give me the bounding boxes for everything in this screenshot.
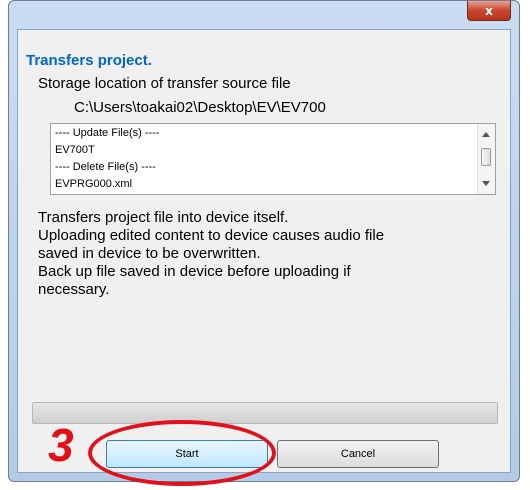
description-line: Transfers project file into device itsel… xyxy=(38,209,289,226)
close-button[interactable]: x xyxy=(467,1,511,21)
cancel-button[interactable]: Cancel xyxy=(277,440,439,468)
scroll-thumb[interactable] xyxy=(481,148,491,166)
description-line: saved in device to be overwritten. xyxy=(38,245,261,262)
description-line: Back up file saved in device before uplo… xyxy=(38,263,351,280)
list-item[interactable]: EV700T xyxy=(55,144,95,156)
dialog-heading: Transfers project. xyxy=(26,52,152,69)
list-scrollbar[interactable] xyxy=(477,124,495,194)
annotation-step-number: 3 xyxy=(48,419,74,471)
cancel-button-label: Cancel xyxy=(340,448,376,460)
description-line: Uploading edited content to device cause… xyxy=(38,227,385,244)
list-item[interactable]: ---- Update File(s) ---- xyxy=(55,127,160,139)
progress-bar xyxy=(32,402,498,424)
annotation-highlight-ring xyxy=(88,420,276,486)
file-list[interactable]: ---- Update File(s) ---- EV700T ---- Del… xyxy=(50,123,496,195)
list-item[interactable]: ---- Delete File(s) ---- xyxy=(55,161,156,173)
scroll-up-icon[interactable] xyxy=(482,132,490,137)
scroll-down-icon[interactable] xyxy=(482,181,490,186)
description-line: necessary. xyxy=(38,281,110,298)
close-icon: x xyxy=(485,3,493,18)
storage-location-label: Storage location of transfer source file xyxy=(38,75,291,92)
storage-path: C:\Users\toakai02\Desktop\EV\EV700 xyxy=(74,99,326,116)
list-item[interactable]: EVPRG000.xml xyxy=(55,178,132,190)
description-text: Transfers project file into device itsel… xyxy=(38,209,384,299)
